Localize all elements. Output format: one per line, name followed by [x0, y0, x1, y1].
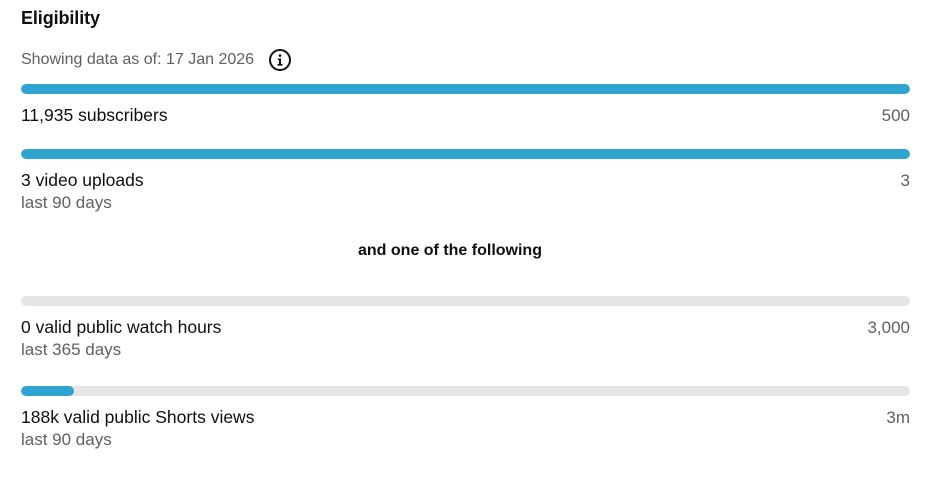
metric-period: last 90 days	[21, 193, 112, 212]
data-as-of-text: Showing data as of: 17 Jan 2026	[21, 51, 255, 68]
metric-label: 188k valid public Shorts views	[21, 407, 255, 427]
metric-row: 11,935 subscribers 500	[21, 105, 910, 127]
metric-target: 500	[881, 106, 910, 125]
metric-target: 3m	[886, 408, 910, 427]
and-one-of-following-text: and one of the following	[358, 242, 542, 259]
info-circle-icon	[269, 49, 292, 71]
metric-label: 11,935 subscribers	[21, 105, 168, 125]
metric-row: 188k valid public Shorts views 3m	[21, 407, 910, 429]
progress-bar-track	[21, 149, 910, 159]
metric-label: 0 valid public watch hours	[21, 317, 222, 337]
progress-bar-fill	[21, 149, 910, 159]
metric-period: last 90 days	[21, 430, 112, 449]
metric-label: 3 video uploads	[21, 170, 144, 190]
metric-period: last 365 days	[21, 340, 122, 359]
progress-bar-fill	[21, 386, 75, 396]
metric-subscribers: 11,935 subscribers 500	[21, 84, 910, 127]
progress-bar-fill	[21, 84, 910, 94]
metric-row: 3 video uploads 3	[21, 170, 910, 192]
info-icon[interactable]	[268, 48, 292, 72]
progress-bar-track	[21, 84, 910, 94]
metric-row: 0 valid public watch hours 3,000	[21, 317, 910, 339]
section-title: Eligibility	[21, 8, 100, 28]
metric-target: 3,000	[867, 318, 910, 337]
metric-target: 3	[900, 171, 910, 190]
data-as-of-row: Showing data as of: 17 Jan 2026	[21, 47, 292, 73]
metric-video-uploads: 3 video uploads 3 last 90 days	[21, 149, 910, 213]
progress-bar-track	[21, 386, 910, 396]
metric-shorts-views: 188k valid public Shorts views 3m last 9…	[21, 386, 910, 450]
metric-watch-hours: 0 valid public watch hours 3,000 last 36…	[21, 296, 910, 360]
progress-bar-track	[21, 296, 910, 306]
